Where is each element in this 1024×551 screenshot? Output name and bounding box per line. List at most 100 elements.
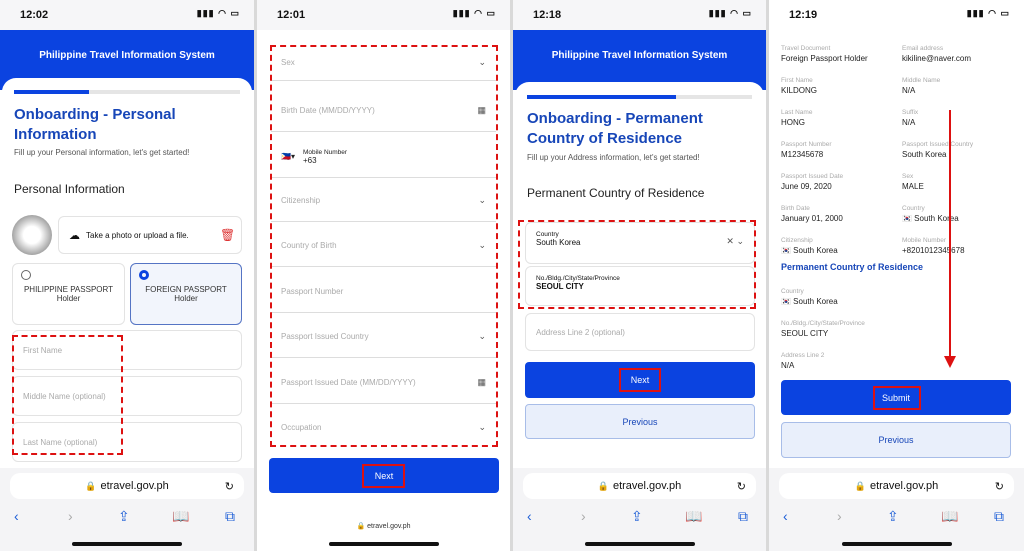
annotation-highlight [619,368,661,392]
clear-and-chevron-icon: ✕ ⌄ [726,236,744,246]
app-header: Philippine Travel Information System [513,30,766,90]
review-label: Citizenship [781,237,813,244]
status-bar: 12:02 ▮▮▮ ◠ ▭ [0,0,254,30]
residence-heading: Permanent Country of Residence [781,262,924,272]
review-field: Sex MALE [902,173,924,191]
home-indicator [72,542,182,546]
page-title: Onboarding - Personal Information [14,106,176,143]
review-label: Middle Name [902,77,941,84]
review-value: N/A [902,118,916,127]
annotation-arrow [944,110,956,368]
back-icon[interactable]: ‹ [527,508,532,524]
reload-icon[interactable]: ↻ [225,480,234,493]
address-line2-input[interactable]: Address Line 2 (optional) [525,313,755,351]
annotation-highlight [873,386,921,410]
share-icon[interactable]: ⇪ [631,508,643,525]
tabs-icon[interactable]: ⧉ [738,508,748,525]
philippines-flag-icon: 🇵🇭▾ [281,152,295,161]
reload-icon[interactable]: ↻ [737,480,746,493]
review-label: Passport Number [781,141,832,148]
review-label: Suffix [902,109,919,116]
country-of-birth-select[interactable]: Country of Birth ⌄ [271,225,496,267]
status-bar: 12:19 ▮▮▮ ◠ ▭ [769,0,1024,30]
review-field: Suffix N/A [902,109,918,127]
review-field: Birth Date January 01, 2000 [781,205,843,223]
passport-number-input[interactable]: Passport Number [271,271,496,313]
citizenship-select[interactable]: Citizenship ⌄ [271,180,496,222]
cloud-upload-icon: ☁ [69,229,80,242]
address-input[interactable]: No./Bldg./City/State/Province SEOUL CITY [525,266,755,306]
review-field: No./Bldg./City/State/Province SEOUL CITY [781,320,865,338]
radio-philippine-passport[interactable]: PHILIPPINE PASSPORT Holder [12,263,125,325]
address-bar[interactable]: 🔒 etravel.gov.ph ↻ [779,473,1014,499]
reload-icon[interactable]: ↻ [995,480,1004,493]
address-bar[interactable]: 🔒 etravel.gov.ph ↻ [523,473,756,499]
back-icon[interactable]: ‹ [14,508,19,524]
review-field: Travel Document Foreign Passport Holder [781,45,868,63]
review-value: Foreign Passport Holder [781,54,868,63]
signal-wifi-battery-icon: ▮▮▮ ◠ ▭ [196,8,240,18]
tabs-icon[interactable]: ⧉ [225,508,235,525]
review-field: Last Name HONG [781,109,812,127]
bookmarks-icon[interactable]: 📖 [685,508,702,525]
last-name-input[interactable]: Last Name (optional) [12,422,242,462]
occupation-select[interactable]: Occupation ⌄ [271,407,496,447]
clock: 12:18 [533,9,562,21]
review-value: South Korea [902,150,947,159]
share-icon[interactable]: ⇪ [887,508,899,525]
chevron-down-icon: ⌄ [478,331,486,341]
review-label: Birth Date [781,205,810,212]
review-value: kikiline@naver.com [902,54,972,63]
forward-icon[interactable]: › [581,508,586,524]
mobile-number-input[interactable]: 🇵🇭▾ Mobile Number +63 [271,136,496,178]
review-field: Email address kikiline@naver.com [902,45,971,63]
review-value: HONG [781,118,805,127]
review-value: June 09, 2020 [781,182,832,191]
phone-screen-personal-info: 12:02 ▮▮▮ ◠ ▭ Philippine Travel Informati… [0,0,254,551]
browser-bar: 🔒 etravel.gov.ph ↻ ‹ › ⇪ 📖 ⧉ [769,468,1024,551]
form-fields: Sex ⌄ Birth Date (MM/DD/YYYY) ▦ 🇵🇭▾ Mobile … [271,40,496,450]
form-card: Onboarding - Personal Information Fill u… [2,78,252,468]
chevron-down-icon: ⌄ [478,57,486,67]
calendar-icon[interactable]: ▦ [477,105,486,116]
review-value: 🇰🇷 South Korea [781,297,838,306]
signal-wifi-battery-icon: ▮▮▮ ◠ ▭ [708,8,752,18]
birth-date-input[interactable]: Birth Date (MM/DD/YYYY) ▦ [271,90,496,132]
upload-photo-button[interactable]: ☁ Take a photo or upload a file. 🗑 [58,216,242,254]
review-label: Travel Document [781,45,831,52]
radio-label: FOREIGN PASSPORT Holder [145,285,227,303]
clock: 12:01 [277,9,306,21]
home-indicator [584,542,695,546]
tabs-icon[interactable]: ⧉ [994,508,1004,525]
previous-button[interactable]: Previous [525,404,755,439]
passport-issued-country-select[interactable]: Passport Issued Country ⌄ [271,316,496,358]
address-bar[interactable]: 🔒 etravel.gov.ph ↻ [10,473,244,499]
review-value: N/A [781,361,795,370]
lock-icon: 🔒 [356,523,366,530]
trash-icon[interactable]: 🗑 [220,228,235,242]
status-bar: 12:18 ▮▮▮ ◠ ▭ [513,0,766,30]
page-subtitle: Fill up your Address information, let's … [527,153,700,162]
radio-selected-icon [139,270,149,280]
review-label: First Name [781,77,813,84]
country-select[interactable]: Country South Korea ✕ ⌄ [525,222,755,264]
share-icon[interactable]: ⇪ [118,508,130,525]
avatar[interactable] [12,215,52,255]
status-bar: 12:01 ▮▮▮ ◠ ▭ [257,0,510,30]
middle-name-input[interactable]: Middle Name (optional) [12,376,242,416]
signal-wifi-battery-icon: ▮▮▮ ◠ ▭ [452,8,496,18]
url-text: etravel.gov.ph [869,480,939,492]
phone-screen-review: 12:19 ▮▮▮ ◠ ▭ Travel Document Foreign Pass… [769,0,1024,551]
review-label: Country [781,288,804,295]
forward-icon[interactable]: › [837,508,842,524]
previous-button[interactable]: Previous [781,422,1011,458]
back-icon[interactable]: ‹ [783,508,788,524]
sex-select[interactable]: Sex ⌄ [271,45,496,81]
forward-icon[interactable]: › [68,508,73,524]
bookmarks-icon[interactable]: 📖 [941,508,958,525]
bookmarks-icon[interactable]: 📖 [172,508,189,525]
radio-foreign-passport[interactable]: FOREIGN PASSPORT Holder [130,263,242,325]
first-name-input[interactable]: First Name [12,330,242,370]
lock-icon: 🔒 [85,480,97,491]
passport-issued-date-input[interactable]: Passport Issued Date (MM/DD/YYYY) ▦ [271,362,496,404]
